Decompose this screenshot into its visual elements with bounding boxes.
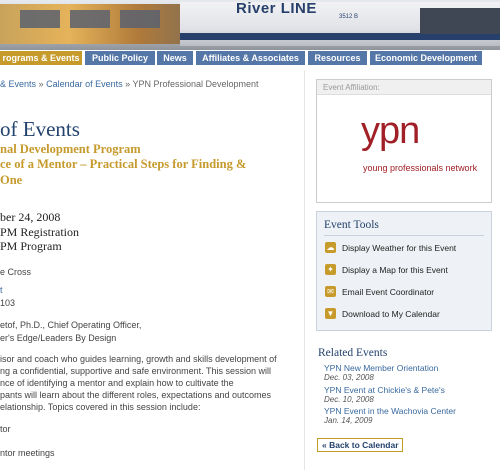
envelope-icon: ✉: [325, 286, 336, 297]
map-icon: ✦: [325, 264, 336, 275]
event-tools-divider: [324, 235, 484, 236]
event-tools-box: Event Tools ☁ Display Weather for this E…: [316, 211, 492, 331]
event-title-line1: ce of a Mentor – Practical Steps for Fin…: [0, 157, 247, 171]
ypn-logo: ypn: [361, 110, 420, 152]
page-title: of Events: [0, 117, 80, 141]
breadcrumb: & Events » Calendar of Events » YPN Prof…: [0, 79, 259, 89]
event-date: ber 24, 2008: [0, 210, 61, 224]
tool-email-coordinator[interactable]: ✉ Email Event Coordinator: [325, 285, 489, 299]
nav-tab-public-policy[interactable]: Public Policy: [85, 51, 155, 65]
event-tools-title: Event Tools: [324, 219, 379, 231]
related-event-date: Jan. 14, 2009: [324, 416, 373, 425]
header-banner: River LINE 3512 B: [0, 0, 500, 50]
event-location: e Cross: [0, 267, 32, 277]
topic-item: ntor meetings: [0, 448, 55, 458]
column-divider: [304, 70, 305, 470]
breadcrumb-link-calendar[interactable]: Calendar of Events: [46, 79, 123, 89]
event-room: 103: [0, 298, 16, 308]
nav-tab-economic-development[interactable]: Economic Development: [370, 51, 482, 65]
topic-item: tor: [0, 424, 11, 434]
related-event-link[interactable]: YPN Event in the Wachovia Center: [324, 406, 456, 416]
tool-download-calendar[interactable]: ▼ Download to My Calendar: [325, 307, 489, 321]
tool-label: Email Event Coordinator: [342, 287, 435, 297]
banner-train-window: [20, 10, 60, 28]
nav-tab-affiliates[interactable]: Affiliates & Associates: [196, 51, 305, 65]
related-event-link[interactable]: YPN Event at Chickie's & Pete's: [324, 385, 445, 395]
banner-train-window: [120, 10, 160, 28]
banner-car-number: 3512 B: [339, 14, 359, 20]
breadcrumb-separator: »: [38, 79, 44, 89]
banner-train-door: [420, 8, 500, 34]
ypn-logo-tagline: young professionals network: [363, 163, 478, 173]
description-line: ng a confidential, supportive and safe e…: [0, 366, 271, 376]
affiliation-label: Event Affiliation:: [317, 80, 491, 95]
tool-label: Display Weather for this Event: [342, 243, 457, 253]
event-title-line2: One: [0, 173, 23, 187]
related-event-date: Dec. 10, 2008: [324, 395, 374, 404]
main-nav: rograms & Events Public Policy News Affi…: [0, 50, 500, 66]
nav-tab-news[interactable]: News: [157, 51, 193, 65]
description-line: elationship. Topics covered in this sess…: [0, 402, 201, 412]
tool-display-weather[interactable]: ☁ Display Weather for this Event: [325, 241, 489, 255]
nav-tab-resources[interactable]: Resources: [308, 51, 367, 65]
program-title: nal Development Program: [0, 142, 141, 156]
download-icon: ▼: [325, 308, 336, 319]
breadcrumb-separator: »: [125, 79, 131, 89]
tool-display-map[interactable]: ✦ Display a Map for this Event: [325, 263, 489, 277]
tool-label: Download to My Calendar: [342, 309, 440, 319]
back-to-calendar-button[interactable]: « Back to Calendar: [317, 438, 403, 452]
description-line: isor and coach who guides learning, grow…: [0, 354, 277, 364]
related-events-title: Related Events: [318, 347, 388, 359]
breadcrumb-link-events[interactable]: & Events: [0, 79, 36, 89]
nav-tab-programs-events[interactable]: rograms & Events: [0, 51, 82, 65]
event-map-link[interactable]: t: [0, 285, 3, 295]
banner-train-text: River LINE: [236, 0, 317, 17]
event-affiliation-box: Event Affiliation: ypn young professiona…: [316, 79, 492, 203]
breadcrumb-current: YPN Professional Development: [132, 79, 259, 89]
description-line: nce of identifying a mentor and explain …: [0, 378, 234, 388]
speaker-line1: etof, Ph.D., Chief Operating Officer,: [0, 320, 142, 330]
description-line: pants will learn about the different rol…: [0, 390, 271, 400]
event-time-program: PM Program: [0, 239, 62, 253]
related-event-date: Dec. 03, 2008: [324, 373, 374, 382]
banner-train-stripe: [180, 33, 500, 40]
cloud-icon: ☁: [325, 242, 336, 253]
tool-label: Display a Map for this Event: [342, 265, 448, 275]
speaker-line2: er's Edge/Leaders By Design: [0, 333, 117, 343]
event-time-registration: PM Registration: [0, 225, 80, 239]
related-event-link[interactable]: YPN New Member Orientation: [324, 363, 438, 373]
banner-train-window: [70, 10, 110, 28]
